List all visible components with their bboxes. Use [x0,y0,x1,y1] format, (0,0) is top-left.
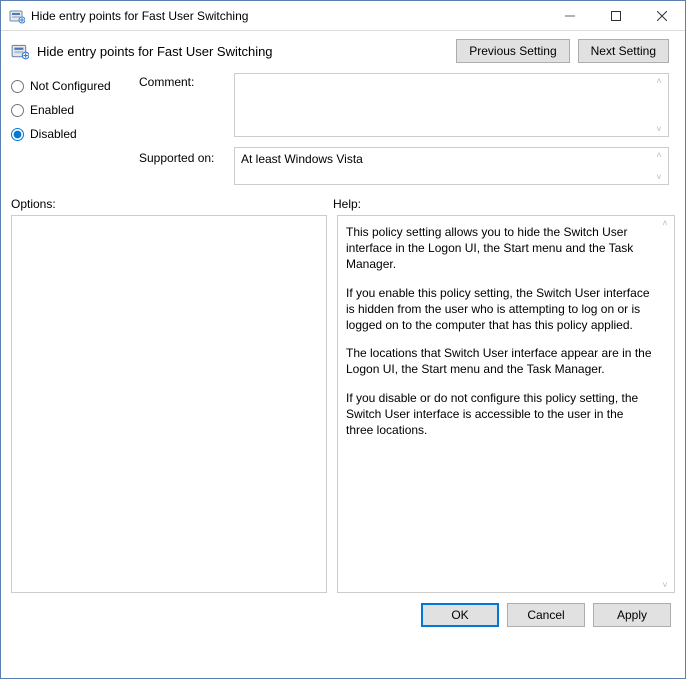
radio-enabled-label: Enabled [30,103,74,117]
radio-enabled-input[interactable] [11,104,24,117]
supported-on-label: Supported on: [139,145,224,165]
dialog-footer: OK Cancel Apply [1,593,685,635]
scrollbar: ˄ ˅ [658,218,672,590]
previous-setting-button[interactable]: Previous Setting [456,39,569,63]
ok-button[interactable]: OK [421,603,499,627]
maximize-button[interactable] [593,1,639,31]
help-panel: This policy setting allows you to hide t… [337,215,675,593]
options-label: Options: [11,197,333,211]
chevron-down-icon: ˅ [652,124,666,134]
policy-icon [9,8,25,24]
radio-disabled-input[interactable] [11,128,24,141]
chevron-up-icon: ˄ [658,218,672,228]
radio-disabled[interactable]: Disabled [11,127,129,141]
supported-on-value: At least Windows Vista [241,152,363,166]
radio-enabled[interactable]: Enabled [11,103,129,117]
options-panel [11,215,327,593]
help-paragraph: If you enable this policy setting, the S… [346,285,654,334]
scrollbar: ˄ ˅ [652,150,666,182]
help-paragraph: The locations that Switch User interface… [346,345,654,377]
radio-not-configured-input[interactable] [11,80,24,93]
comment-label: Comment: [139,75,224,145]
titlebar: Hide entry points for Fast User Switchin… [1,1,685,31]
help-paragraph: If you disable or do not configure this … [346,390,654,439]
radio-not-configured[interactable]: Not Configured [11,79,129,93]
radio-disabled-label: Disabled [30,127,77,141]
minimize-button[interactable] [547,1,593,31]
chevron-up-icon: ˄ [652,76,666,86]
page-title: Hide entry points for Fast User Switchin… [37,44,273,59]
chevron-down-icon: ˅ [658,580,672,590]
chevron-down-icon: ˅ [652,172,666,182]
window-title: Hide entry points for Fast User Switchin… [31,9,248,23]
cancel-button[interactable]: Cancel [507,603,585,627]
next-setting-button[interactable]: Next Setting [578,39,669,63]
comment-textarea[interactable]: ˄ ˅ [234,73,669,137]
chevron-up-icon: ˄ [652,150,666,160]
radio-not-configured-label: Not Configured [30,79,111,93]
supported-on-textarea: At least Windows Vista ˄ ˅ [234,147,669,185]
scrollbar: ˄ ˅ [652,76,666,134]
help-paragraph: This policy setting allows you to hide t… [346,224,654,273]
header: Hide entry points for Fast User Switchin… [1,31,685,63]
policy-icon [11,42,29,60]
state-radio-group: Not Configured Enabled Disabled [11,73,129,185]
close-button[interactable] [639,1,685,31]
apply-button[interactable]: Apply [593,603,671,627]
help-label: Help: [333,197,675,211]
